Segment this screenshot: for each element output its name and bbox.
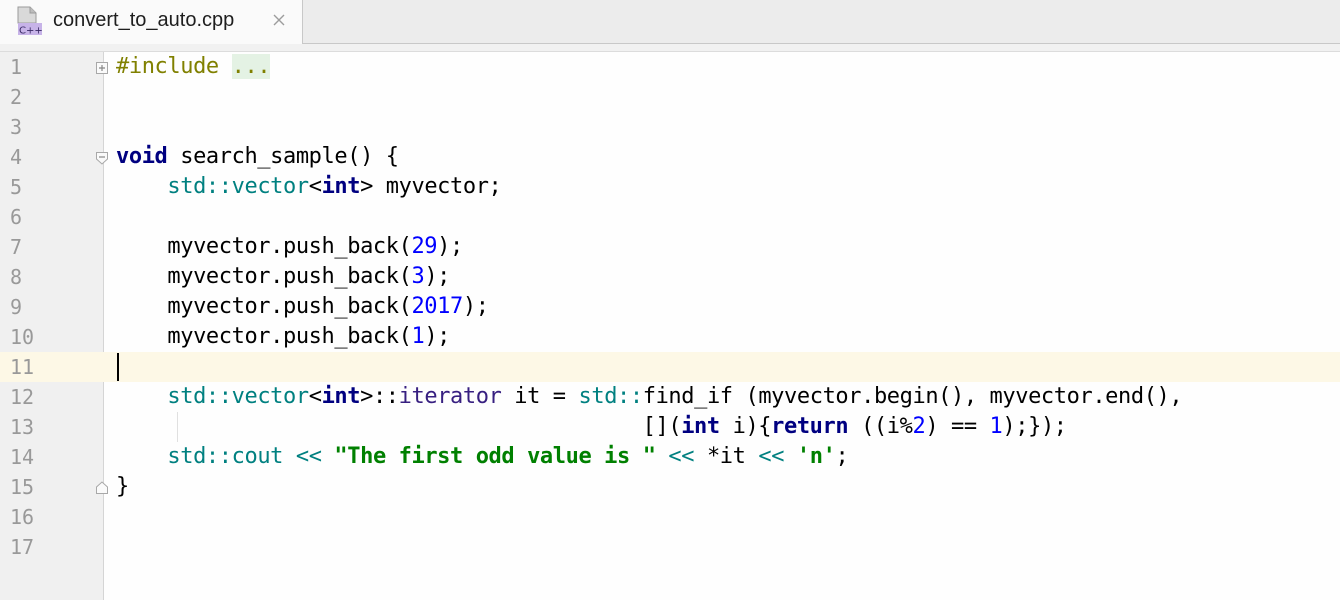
code-text: myvector.push_back(2017); — [167, 294, 489, 319]
line-number: 8 — [10, 265, 23, 289]
code-line-11-current[interactable]: 11 — [0, 352, 1340, 382]
line-number: 13 — [10, 415, 35, 439]
code-text: myvector.push_back(3); — [167, 264, 451, 289]
code-editor[interactable]: 1 #include ... 2 3 4 void search_sample(… — [0, 52, 1340, 600]
code-line-14[interactable]: 14 std::cout << "The first odd value is … — [0, 442, 1340, 472]
line-number: 17 — [10, 535, 35, 559]
fold-collapse-icon[interactable] — [95, 150, 109, 166]
code-text: std::vector<int>::iterator it = std::fin… — [167, 384, 1183, 409]
line-number: 5 — [10, 175, 23, 199]
line-number: 3 — [10, 115, 23, 139]
line-number: 6 — [10, 205, 23, 229]
code-text: std::vector<int> myvector; — [167, 174, 502, 199]
close-icon[interactable] — [272, 13, 286, 27]
text-caret — [117, 353, 119, 381]
line-number: 7 — [10, 235, 23, 259]
code-line-8[interactable]: 8 myvector.push_back(3); — [0, 262, 1340, 292]
code-text: [](int i){return ((i%2) == 1);}); — [642, 414, 1067, 439]
code-text: myvector.push_back(1); — [167, 324, 451, 349]
code-line-12[interactable]: 12 std::vector<int>::iterator it = std::… — [0, 382, 1340, 412]
editor-tab-bar: C++ convert_to_auto.cpp — [0, 0, 1340, 44]
code-line-6[interactable]: 6 — [0, 202, 1340, 232]
fold-end-icon[interactable] — [95, 480, 109, 496]
file-tab-title: convert_to_auto.cpp — [53, 9, 235, 31]
line-number: 10 — [10, 325, 35, 349]
code-text: } — [116, 474, 129, 499]
code-line-17[interactable]: 17 — [0, 532, 1340, 562]
code-text: std::cout << "The first odd value is " <… — [167, 444, 849, 469]
file-tab[interactable]: C++ convert_to_auto.cpp — [0, 0, 303, 44]
line-number: 16 — [10, 505, 35, 529]
line-number: 1 — [10, 55, 23, 79]
code-line-2[interactable]: 2 — [0, 82, 1340, 112]
line-number: 9 — [10, 295, 23, 319]
line-number: 15 — [10, 475, 35, 499]
code-line-3[interactable]: 3 — [0, 112, 1340, 142]
svg-text:C++: C++ — [19, 26, 43, 37]
code-line-1[interactable]: 1 #include ... — [0, 52, 1340, 82]
fold-expand-icon[interactable] — [95, 60, 109, 76]
code-line-7[interactable]: 7 myvector.push_back(29); — [0, 232, 1340, 262]
code-text: void search_sample() { — [116, 144, 399, 169]
line-number: 12 — [10, 385, 35, 409]
code-line-4[interactable]: 4 void search_sample() { — [0, 142, 1340, 172]
code-line-16[interactable]: 16 — [0, 502, 1340, 532]
folded-region[interactable]: ... — [231, 54, 271, 79]
cpp-file-icon: C++ — [17, 6, 43, 37]
code-text: myvector.push_back(29); — [167, 234, 463, 259]
code-line-15[interactable]: 15 } — [0, 472, 1340, 502]
code-line-5[interactable]: 5 std::vector<int> myvector; — [0, 172, 1340, 202]
code-line-10[interactable]: 10 myvector.push_back(1); — [0, 322, 1340, 352]
code-line-9[interactable]: 9 myvector.push_back(2017); — [0, 292, 1340, 322]
line-number: 2 — [10, 85, 23, 109]
code-line-13[interactable]: 13 [](int i){return ((i%2) == 1);}); — [0, 412, 1340, 442]
tab-separator — [0, 44, 1340, 52]
line-number: 14 — [10, 445, 35, 469]
line-number: 11 — [10, 355, 35, 379]
code-text: #include ... — [116, 54, 271, 79]
line-number: 4 — [10, 145, 23, 169]
